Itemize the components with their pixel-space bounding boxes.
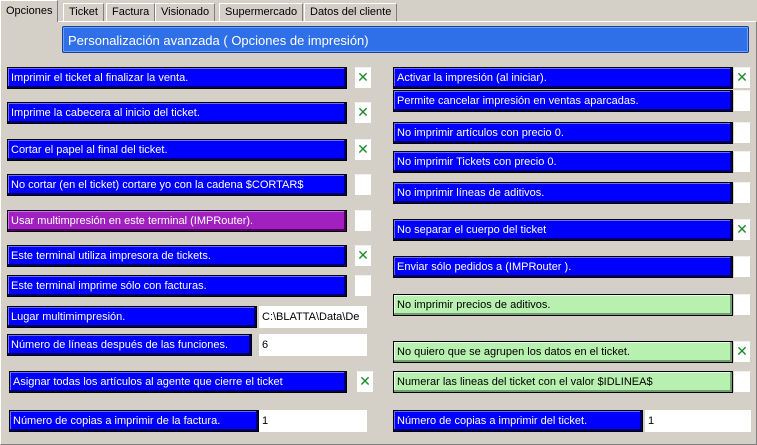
checkbox[interactable]: [733, 371, 751, 393]
checkbox[interactable]: [733, 182, 751, 204]
checkbox[interactable]: [354, 210, 372, 232]
checkbox[interactable]: ✕: [354, 245, 372, 267]
option-label: Asignar todas los artículos al agente qu…: [9, 371, 347, 393]
option-label: No separar el cuerpo del ticket: [393, 219, 733, 241]
tab-opciones[interactable]: Opciones: [0, 0, 59, 22]
numero-lineas-input[interactable]: 6: [259, 334, 367, 356]
tab-ticket[interactable]: Ticket: [63, 3, 104, 21]
option-label: Número de copias a imprimir de la factur…: [9, 410, 259, 432]
section-header: Personalización avanzada ( Opciones de i…: [62, 26, 749, 53]
option-label: No imprimir líneas de aditivos.: [393, 182, 733, 204]
checkbox[interactable]: [354, 174, 372, 196]
copias-ticket-input[interactable]: 1: [645, 410, 751, 432]
option-label: Activar la impresión (al iniciar).: [393, 67, 733, 89]
checkbox[interactable]: [733, 294, 751, 316]
checkbox[interactable]: [733, 256, 751, 278]
checkbox[interactable]: ✕: [733, 219, 751, 241]
checkbox[interactable]: ✕: [354, 102, 372, 124]
checkbox[interactable]: ✕: [356, 371, 374, 393]
option-label: Imprime la cabecera al inicio del ticket…: [7, 102, 347, 124]
option-label: Numerar las lineas del ticket con el val…: [393, 371, 733, 393]
checkbox[interactable]: [354, 275, 372, 297]
checkbox[interactable]: ✕: [733, 341, 751, 363]
option-label: No imprimir Tickets con precio 0.: [393, 151, 733, 173]
lugar-multimpresion-input[interactable]: C:\BLATTA\Data\De: [259, 306, 367, 328]
option-label: Usar multimpresión en este terminal (IMP…: [7, 210, 347, 232]
option-label: Número de líneas después de las funcione…: [7, 334, 252, 356]
option-label: Imprimir el ticket al finalizar la venta…: [7, 67, 347, 89]
option-label: Enviar sólo pedidos a (IMPRouter ).: [393, 256, 733, 278]
checkbox[interactable]: [733, 151, 751, 173]
tab-bar: Opciones Ticket Factura Visionado Superm…: [0, 0, 757, 22]
checkbox[interactable]: ✕: [354, 67, 372, 89]
copias-factura-input[interactable]: 1: [259, 410, 367, 432]
option-label: No imprimir artículos con precio 0.: [393, 122, 733, 144]
checkbox[interactable]: [733, 90, 751, 112]
tab-visionado[interactable]: Visionado: [155, 3, 216, 21]
option-label: Permite cancelar impresión en ventas apa…: [393, 90, 733, 112]
checkbox[interactable]: [733, 122, 751, 144]
checkbox[interactable]: ✕: [733, 67, 751, 89]
option-label: Número de copias a imprimir del ticket.: [393, 410, 643, 432]
option-label: No cortar (en el ticket) cortare yo con …: [7, 174, 347, 196]
tab-factura[interactable]: Factura: [106, 3, 156, 21]
tab-datos-cliente[interactable]: Datos del cliente: [304, 3, 398, 21]
option-label: Este terminal imprime sólo con facturas.: [7, 275, 347, 297]
option-label: Lugar multimimpresión.: [7, 306, 257, 328]
checkbox[interactable]: ✕: [354, 139, 372, 161]
option-label: No imprimir precios de aditivos.: [393, 294, 733, 316]
option-label: Este terminal utiliza impresora de ticke…: [7, 245, 347, 267]
tab-supermercado[interactable]: Supermercado: [219, 3, 304, 21]
option-label: Cortar el papel al final del ticket.: [7, 139, 347, 161]
option-label: No quiero que se agrupen los datos en el…: [393, 341, 733, 363]
